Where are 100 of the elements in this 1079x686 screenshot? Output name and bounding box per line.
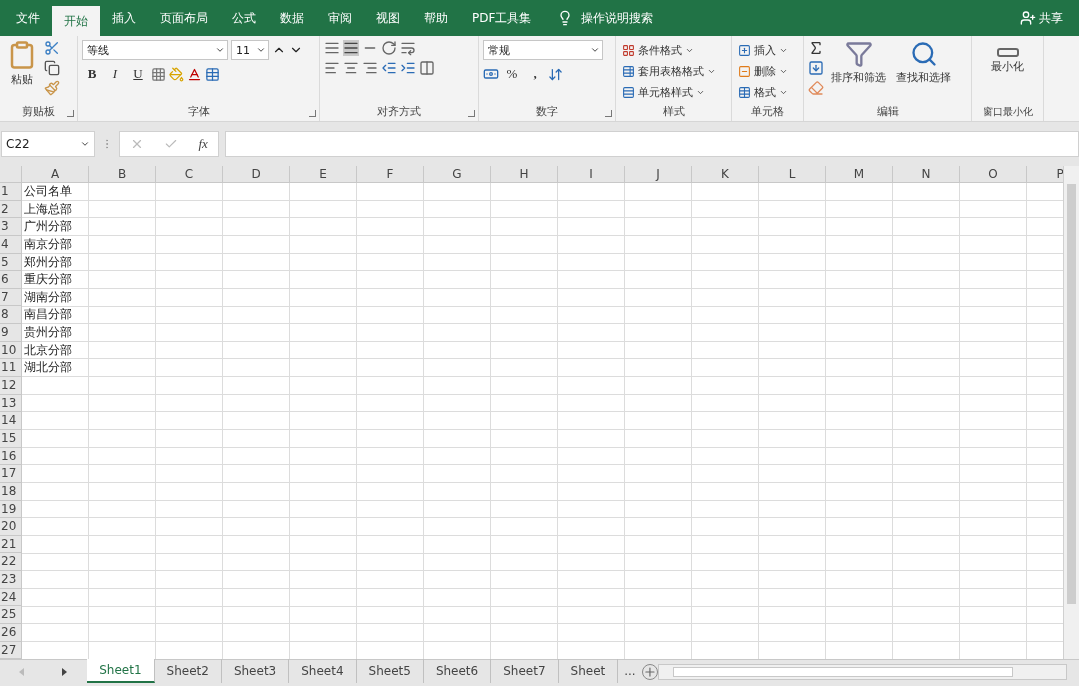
sheet-tab[interactable]: Sheet7 — [491, 659, 559, 683]
insert-function-button[interactable]: fx — [198, 136, 208, 152]
sheet-tab[interactable]: Sheet5 — [356, 659, 424, 683]
ribbon-tab[interactable]: 审阅 — [316, 0, 364, 36]
sheet-tab[interactable]: Sheet — [558, 659, 619, 683]
more-sheets-button[interactable]: ... — [618, 660, 642, 682]
number-format-field[interactable]: 常规 — [483, 40, 603, 60]
tell-me-search[interactable]: 操作说明搜索 — [557, 0, 654, 36]
middle-align-icon[interactable] — [343, 40, 359, 56]
row-header[interactable]: 26 — [0, 624, 22, 642]
cells-button[interactable]: 删除 — [736, 61, 790, 81]
ribbon-tab[interactable]: 插入 — [100, 0, 148, 36]
sheet-tab[interactable]: Sheet2 — [154, 659, 222, 683]
column-header[interactable]: J — [625, 166, 692, 183]
column-header[interactable]: B — [89, 166, 156, 183]
fill-color-icon[interactable] — [169, 66, 184, 82]
currency-icon[interactable] — [483, 66, 499, 82]
font-color-icon[interactable] — [187, 66, 202, 82]
column-header[interactable]: L — [759, 166, 826, 183]
row-header[interactable]: 17 — [0, 465, 22, 483]
column-header[interactable]: N — [893, 166, 960, 183]
dialog-launcher[interactable] — [309, 110, 316, 117]
row-header[interactable]: 1 — [0, 183, 22, 201]
cells-button[interactable]: 插入 — [736, 40, 790, 60]
align-right-icon[interactable] — [362, 60, 378, 76]
orientation-icon[interactable] — [381, 40, 397, 56]
align-left-icon[interactable] — [324, 60, 340, 76]
underline-button[interactable]: U — [128, 64, 148, 84]
table-cell-text: 南京分部 — [23, 235, 73, 253]
sheet-tab[interactable]: Sheet1 — [87, 659, 155, 683]
comma-button[interactable]: , — [525, 64, 545, 84]
column-header[interactable]: M — [826, 166, 893, 183]
style-button[interactable]: 单元格样式 — [620, 82, 718, 102]
top-align-icon[interactable] — [324, 40, 340, 56]
sheet-tab[interactable]: Sheet3 — [221, 659, 290, 683]
dialog-launcher[interactable] — [605, 110, 612, 117]
column-header[interactable]: H — [491, 166, 558, 183]
bold-button[interactable]: B — [82, 64, 102, 84]
row-header[interactable]: 11 — [0, 359, 22, 378]
ribbon-tab[interactable]: 帮助 — [412, 0, 460, 36]
ribbon-tab[interactable]: PDF工具集 — [460, 0, 544, 36]
row-header[interactable]: 8 — [0, 306, 22, 325]
sheet-tab[interactable]: Sheet4 — [289, 659, 357, 683]
increase-indent-icon[interactable] — [400, 60, 416, 76]
row-header[interactable]: 25 — [0, 606, 22, 624]
italic-button[interactable]: I — [105, 64, 125, 84]
cells-button[interactable]: 格式 — [736, 82, 790, 102]
column-header[interactable]: K — [692, 166, 759, 183]
ribbon-tab[interactable]: 视图 — [364, 0, 412, 36]
horizontal-scrollbar[interactable] — [657, 664, 1067, 680]
row-header[interactable]: 6 — [0, 271, 22, 289]
sum-icon[interactable] — [808, 40, 824, 56]
dialog-launcher[interactable] — [468, 110, 475, 117]
group-label: 样式 — [661, 104, 686, 120]
font-name-field[interactable]: 等线 — [82, 40, 228, 60]
ribbon-tab[interactable]: 开始 — [52, 6, 100, 36]
ribbon-tab[interactable]: 文件 — [4, 0, 52, 36]
find-select-button[interactable]: 查找和选择 — [893, 40, 954, 103]
column-header[interactable]: P — [1027, 166, 1063, 183]
row-header[interactable]: 14 — [0, 412, 22, 430]
column-header[interactable]: O — [960, 166, 1027, 183]
minimize-button[interactable]: 最小化 — [988, 40, 1027, 103]
ribbon-tab[interactable]: 页面布局 — [148, 0, 220, 36]
wrap-text-icon[interactable] — [400, 40, 416, 56]
next-sheet-icon[interactable] — [62, 668, 69, 676]
align-center-icon[interactable] — [343, 60, 359, 76]
ribbon-tab[interactable]: 数据 — [268, 0, 316, 36]
share-button[interactable]: 共享 — [1020, 0, 1079, 36]
column-header[interactable]: C — [156, 166, 223, 183]
font-size-field[interactable]: 11 — [231, 40, 269, 60]
sheet-tab[interactable]: Sheet6 — [423, 659, 492, 683]
row-header[interactable]: 12 — [0, 377, 22, 395]
column-header[interactable]: G — [424, 166, 491, 183]
border-icon[interactable] — [151, 66, 166, 82]
formula-input[interactable] — [225, 131, 1079, 157]
merge-icon[interactable] — [419, 60, 435, 76]
ribbon-tab[interactable]: 公式 — [220, 0, 268, 36]
column-header[interactable]: I — [558, 166, 625, 183]
eraser-icon[interactable] — [808, 80, 824, 96]
column-header[interactable]: A — [22, 166, 89, 183]
percent-button[interactable]: % — [502, 64, 522, 84]
column-header[interactable]: E — [290, 166, 357, 183]
column-header[interactable]: F — [357, 166, 424, 183]
row-header[interactable]: 20 — [0, 518, 22, 536]
fill-icon[interactable] — [808, 60, 824, 76]
name-box[interactable]: C22 — [1, 131, 95, 157]
column-header[interactable]: D — [223, 166, 290, 183]
row-header[interactable]: 22 — [0, 553, 22, 572]
row-header[interactable]: 3 — [0, 218, 22, 236]
decrease-indent-icon[interactable] — [381, 60, 397, 76]
copy-icon[interactable] — [44, 60, 60, 76]
vertical-scrollbar[interactable] — [1063, 166, 1079, 659]
paste-button[interactable]: 粘贴 — [4, 40, 40, 103]
dialog-launcher[interactable] — [67, 110, 74, 117]
sort-filter-button[interactable]: 排序和筛选 — [828, 40, 889, 103]
row-header[interactable]: 9 — [0, 324, 22, 342]
style-button[interactable]: 条件格式 — [620, 40, 718, 60]
row-header[interactable]: 23 — [0, 571, 22, 589]
cut-icon[interactable] — [44, 40, 60, 56]
style-button[interactable]: 套用表格格式 — [620, 61, 718, 81]
